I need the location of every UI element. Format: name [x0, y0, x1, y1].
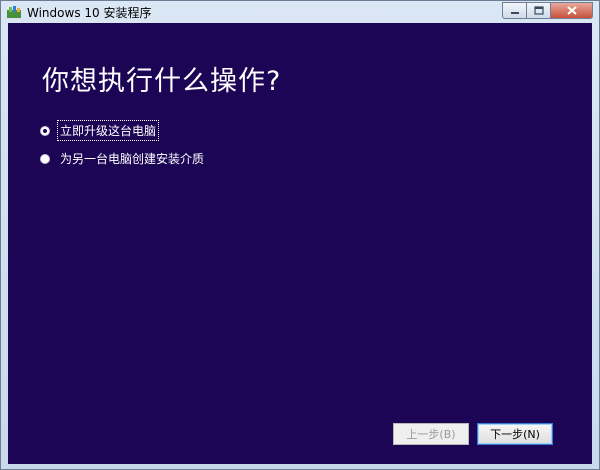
option-upgrade-this-pc-label: 立即升级这台电脑: [56, 120, 160, 141]
maximize-icon: [533, 6, 544, 15]
option-create-media-label: 为另一台电脑创建安装介质: [60, 152, 205, 166]
minimize-icon: [510, 11, 519, 14]
page-heading: 你想执行什么操作?: [42, 66, 282, 97]
caption-buttons: [502, 2, 593, 20]
setup-app-icon: [7, 6, 21, 18]
option-upgrade-this-pc[interactable]: 立即升级这台电脑: [40, 120, 160, 141]
back-button[interactable]: 上一步(B): [393, 423, 469, 445]
close-button[interactable]: [551, 2, 593, 19]
radio-create-media[interactable]: [40, 153, 50, 164]
window-title: Windows 10 安装程序: [27, 6, 152, 20]
setup-window: Windows 10 安装程序 你想执行什么操作? 立即升级这台电脑 为另一台电…: [0, 0, 600, 470]
option-create-media[interactable]: 为另一台电脑创建安装介质: [40, 149, 206, 168]
minimize-button[interactable]: [502, 2, 527, 19]
next-button[interactable]: 下一步(N): [477, 423, 553, 445]
radio-upgrade-this-pc[interactable]: [40, 125, 50, 136]
setup-content: 你想执行什么操作? 立即升级这台电脑 为另一台电脑创建安装介质 上一步(B) 下…: [8, 23, 592, 464]
close-icon: [566, 6, 577, 15]
title-bar[interactable]: Windows 10 安装程序: [1, 1, 599, 23]
maximize-button[interactable]: [527, 2, 551, 19]
